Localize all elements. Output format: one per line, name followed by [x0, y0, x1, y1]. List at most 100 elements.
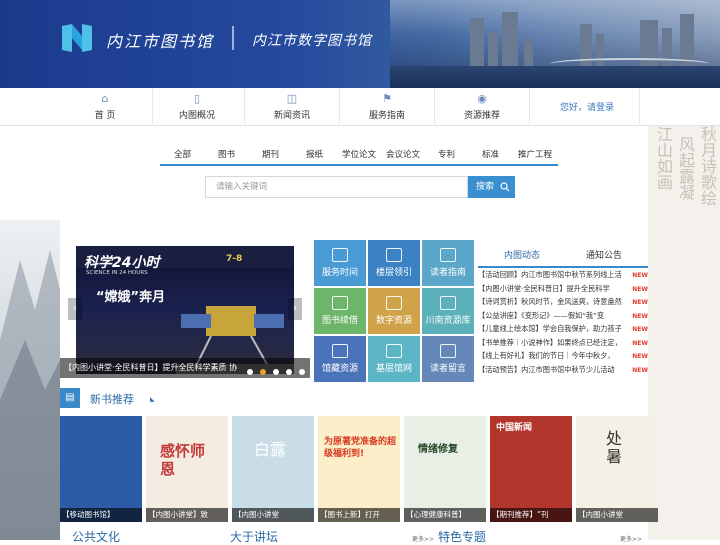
news-item-text: 【内图小讲堂·全民科普日】提升全民科学 — [478, 283, 610, 293]
book-card[interactable]: 感怀师恩 【内图小讲堂】致 — [146, 416, 228, 522]
tab-notices[interactable]: 通知公告 — [586, 248, 622, 261]
book-card[interactable]: 中国新闻 【期刊推荐】“刊 — [490, 416, 572, 522]
search-button[interactable]: 搜索 — [468, 176, 515, 198]
landscape-painting — [0, 220, 60, 540]
section-lecture: 大于讲坛 — [230, 530, 279, 544]
search-tab-theses[interactable]: 学位论文 — [342, 148, 376, 160]
carousel-dot[interactable] — [273, 369, 279, 375]
news-item-text: 【线上有好礼】我们的节日｜今年中秋夕， — [478, 351, 615, 360]
news-item-text: 【公益讲座】《变形记》——假如“我”变 — [478, 310, 605, 320]
book-caption: 【内图小讲堂】致 — [146, 508, 228, 522]
book-card[interactable]: 处暑 【内图小讲堂 — [576, 416, 658, 522]
new-badge: NEW — [632, 272, 648, 279]
news-tabs: 内图动态 通知公告 — [478, 240, 648, 268]
library-logo-icon — [62, 24, 92, 52]
book-icon: ▯ — [193, 92, 201, 105]
carousel-prev-arrow[interactable]: ‹ — [68, 298, 82, 320]
flag-icon: ⚑ — [382, 92, 392, 105]
book-card[interactable]: 为原著党准备的超级福利到! 【图书上新】打开 — [318, 416, 400, 522]
floor-guide-tile[interactable]: 楼层领引 — [368, 240, 420, 286]
list-item[interactable]: 【儿童线上绘本馆】学会自我保护，助力孩子 NEW — [478, 324, 648, 338]
book-cover — [404, 416, 486, 522]
nav-overview[interactable]: ▯ 内图概况 — [150, 88, 245, 126]
carousel-dot[interactable] — [247, 369, 253, 375]
document-icon — [332, 344, 348, 358]
nav-resources[interactable]: ◉ 资源推荐 — [435, 88, 530, 126]
book-caption: 【期刊推荐】“刊 — [490, 508, 572, 522]
chuannan-resource-tile[interactable]: 川南资源库 — [422, 288, 474, 334]
list-icon — [440, 296, 456, 310]
more-link[interactable]: 更多>> — [620, 534, 642, 543]
list-item[interactable]: 【诗词赏析】秋风时节，金风送爽，诗意盎然 NEW — [478, 297, 648, 311]
tile-label: 川南资源库 — [425, 316, 471, 326]
reader-guide-tile[interactable]: 读者指南 — [422, 240, 474, 286]
book-renewal-tile[interactable]: 图书续借 — [314, 288, 366, 334]
camera-icon: ◫ — [286, 92, 298, 105]
book-card[interactable]: 【移动图书馆】 — [60, 416, 142, 522]
tab-library-news[interactable]: 内图动态 — [504, 248, 540, 261]
section-special-topics: 特色专题 — [438, 530, 487, 544]
list-item[interactable]: 【公益讲座】《变形记》——假如“我”变 NEW — [478, 311, 648, 325]
carousel-next-arrow[interactable]: › — [288, 298, 302, 320]
more-link[interactable]: 更多>> — [412, 534, 434, 543]
digital-resources-tile[interactable]: 数字资源 — [368, 288, 420, 334]
list-item[interactable]: 【线上有好礼】我们的节日｜今年中秋夕， NEW — [478, 351, 648, 365]
search-tab-books[interactable]: 图书 — [218, 148, 235, 160]
signpost-icon — [386, 248, 402, 262]
list-item[interactable]: 【活动预告】内江市图书馆中秋节少儿活动 NEW — [478, 365, 648, 379]
news-item-text: 【书单推荐｜小说神作】如果终点已经注定， — [478, 337, 622, 347]
search-tab-standards[interactable]: 标准 — [482, 148, 499, 160]
camera-icon: ◉ — [477, 92, 487, 105]
tile-label: 图书续借 — [321, 316, 358, 326]
carousel-dot[interactable] — [299, 369, 305, 375]
clipboard-icon — [386, 344, 402, 358]
nav-label: 内图概况 — [178, 111, 215, 121]
news-item-text: 【活动回顾】内江市图书馆中秋节系列线上活 — [478, 270, 622, 279]
search-input[interactable]: 请输入关键词 — [205, 176, 468, 198]
service-hours-tile[interactable]: 服务时间 — [314, 240, 366, 286]
book-icon: ▤ — [60, 388, 80, 408]
tile-label: 楼层领引 — [375, 268, 412, 278]
section-public-culture: 公共文化 — [72, 530, 121, 544]
book-card[interactable]: 白露 【内图小讲堂 — [232, 416, 314, 522]
list-item[interactable]: 【活动回顾】内江市图书馆中秋节系列线上活 NEW — [478, 270, 648, 284]
book-caption: 【移动图书馆】 — [60, 508, 142, 522]
search-tab-promotion[interactable]: 推广工程 — [518, 148, 552, 160]
city-skyline-image — [390, 0, 720, 88]
search-tab-patents[interactable]: 专利 — [438, 148, 455, 160]
nav-news[interactable]: ◫ 新闻资讯 — [245, 88, 340, 126]
search-tab-newspapers[interactable]: 报纸 — [306, 148, 323, 160]
carousel-dot[interactable] — [286, 369, 292, 375]
nav-label: 首 页 — [94, 111, 116, 121]
book-caption: 【图书上新】打开 — [318, 508, 400, 522]
new-badge: NEW — [632, 366, 648, 374]
news-carousel[interactable]: 科学24小时 SCIENCE IN 24 HOURS 7-8 “嫦娥”奔月 ‹ … — [60, 240, 310, 380]
nav-service-guide[interactable]: ⚑ 服务指南 — [340, 88, 435, 126]
nav-label: 新闻资讯 — [273, 111, 310, 121]
digital-library-title: 内江市数字图书馆 — [252, 33, 372, 49]
carousel-dot[interactable] — [260, 369, 266, 375]
book-cover-text: 处暑 — [606, 429, 623, 466]
nav-home[interactable]: ⌂ 首 页 — [58, 88, 153, 126]
list-item[interactable]: 【内图小讲堂·全民科普日】提升全民科学 NEW — [478, 284, 648, 298]
login-link[interactable]: 您好，请登录 — [560, 100, 614, 113]
list-item[interactable]: 【书单推荐｜小说神作】如果终点已经注定， NEW — [478, 338, 648, 352]
collection-resources-tile[interactable]: 馆藏资源 — [314, 336, 366, 382]
search-tab-conference[interactable]: 会议论文 — [386, 148, 420, 160]
reader-message-tile[interactable]: 读者留言 — [422, 336, 474, 382]
new-badge: NEW — [632, 326, 648, 333]
section-title: 新书推荐 — [90, 393, 134, 406]
branch-network-tile[interactable]: 基层馆网 — [368, 336, 420, 382]
new-books-header: ▤ 新书推荐 ◣ — [60, 388, 648, 408]
book-card[interactable]: 情绪修复 【心理健康科普】 — [404, 416, 486, 522]
library-title: 内江市图书馆 — [106, 32, 215, 51]
tile-label: 读者指南 — [429, 268, 466, 278]
search-tab-all[interactable]: 全部 — [174, 148, 191, 160]
book-cover-text: 情绪修复 — [418, 444, 458, 455]
book-cover-text: 为原著党准备的超级福利到! — [324, 437, 397, 459]
new-badge: NEW — [632, 285, 648, 293]
tile-label: 数字资源 — [375, 316, 412, 326]
chat-icon — [440, 344, 456, 358]
search-tab-journals[interactable]: 期刊 — [262, 148, 279, 160]
nav-label: 服务指南 — [368, 111, 405, 121]
